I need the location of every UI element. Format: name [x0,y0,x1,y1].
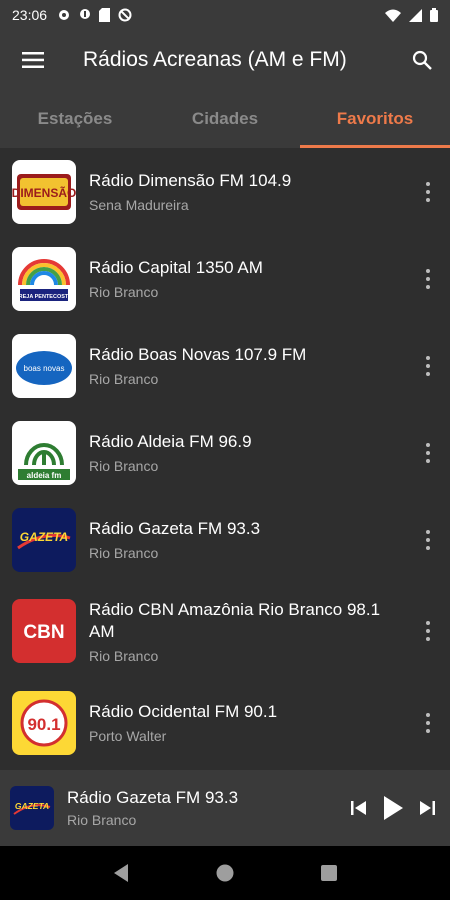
station-logo: aldeia fm [12,420,76,485]
station-city: Rio Branco [89,458,159,474]
back-icon[interactable] [112,863,130,883]
mic-icon [80,9,91,19]
gear-icon [59,10,70,20]
status-time: 23:06 [12,7,48,23]
list-item[interactable]: CBN Rádio CBN Amazônia Rio Branco 98.1 A… [0,583,450,679]
more-options-button[interactable] [418,703,438,743]
station-city: Rio Branco [89,371,159,387]
list-item[interactable]: aldeia fm Rádio Aldeia FM 96.9 Rio Branc… [0,409,450,496]
station-logo: GAZETA [12,507,76,572]
station-logo-text: GAZETA [20,530,68,544]
tab-bar: Estações Cidades Favoritos [0,90,450,148]
station-city: Sena Madureira [89,197,189,213]
list-item[interactable]: IGREJA PENTECOSTAL Rádio Capital 1350 AM… [0,235,450,322]
status-bar: 23:06 [0,0,450,30]
wifi-icon [385,9,401,22]
player-station-logo: GAZETA [10,786,54,830]
player-subtitle: Rio Branco [67,812,137,828]
more-options-button[interactable] [418,259,438,299]
station-city: Rio Branco [89,545,159,561]
tab-cidades[interactable]: Cidades [150,90,300,148]
station-city: Rio Branco [89,284,159,300]
station-logo: 90.1 [12,690,76,755]
app-bar: Rádios Acreanas (AM e FM) [0,30,450,90]
station-city: Rio Branco [89,647,159,664]
station-name: Rádio Gazeta FM 93.3 [89,519,261,538]
hamburger-menu-icon [22,52,44,68]
station-logo: DIMENSÃO [12,159,76,224]
station-logo-text: 90.1 [27,715,60,734]
mini-player[interactable]: GAZETA Rádio Gazeta FM 93.3 Rio Branco [0,770,450,846]
station-name: Rádio Capital 1350 AM [89,258,263,277]
skip-next-icon[interactable] [418,800,436,816]
home-icon[interactable] [215,863,235,883]
station-name: Rádio Ocidental FM 90.1 [89,702,278,721]
signal-icon [409,8,422,22]
tab-estacoes[interactable]: Estações [0,90,150,148]
list-item[interactable]: GAZETA Rádio Gazeta FM 93.3 Rio Branco [0,496,450,583]
station-city: Porto Walter [89,728,167,744]
list-item[interactable]: 90.1 Rádio Ocidental FM 90.1 Porto Walte… [0,679,450,766]
favorites-list[interactable]: DIMENSÃO Rádio Dimensão FM 104.9 Sena Ma… [0,148,450,770]
battery-icon [430,8,438,22]
station-name: Rádio CBN Amazônia Rio Branco 98.1 AM [89,599,381,641]
more-options-button[interactable] [418,172,438,212]
player-logo-text: GAZETA [15,801,49,811]
station-name: Rádio Boas Novas 107.9 FM [89,345,307,364]
station-logo-text: boas novas [24,364,65,373]
more-options-button[interactable] [418,346,438,386]
search-icon [412,50,432,70]
station-logo-text: DIMENSÃO [12,185,76,200]
station-name: Rádio Dimensão FM 104.9 [89,171,292,190]
tab-favoritos[interactable]: Favoritos [300,90,450,148]
more-options-button[interactable] [418,611,438,651]
app-title: Rádios Acreanas (AM e FM) [83,48,347,71]
station-logo-text: aldeia fm [27,471,62,480]
station-logo: boas novas [12,333,76,398]
station-logo-text: IGREJA PENTECOSTAL [13,294,76,300]
no-sign-icon [118,8,132,22]
sd-card-icon [99,8,111,22]
menu-button[interactable] [0,30,66,90]
station-logo: CBN [12,599,76,663]
system-nav-bar [0,846,450,900]
search-button[interactable] [394,30,450,90]
list-item[interactable]: boas novas Rádio Boas Novas 107.9 FM Rio… [0,322,450,409]
more-options-button[interactable] [418,520,438,560]
station-name: Rádio Aldeia FM 96.9 [89,432,252,451]
recents-icon[interactable] [320,864,338,882]
station-logo: IGREJA PENTECOSTAL [12,246,76,311]
skip-previous-icon[interactable] [350,800,368,816]
more-options-button[interactable] [418,433,438,473]
play-icon[interactable] [382,795,404,821]
list-item[interactable]: DIMENSÃO Rádio Dimensão FM 104.9 Sena Ma… [0,148,450,235]
station-logo-text: CBN [23,622,64,643]
player-title: Rádio Gazeta FM 93.3 [67,788,239,807]
